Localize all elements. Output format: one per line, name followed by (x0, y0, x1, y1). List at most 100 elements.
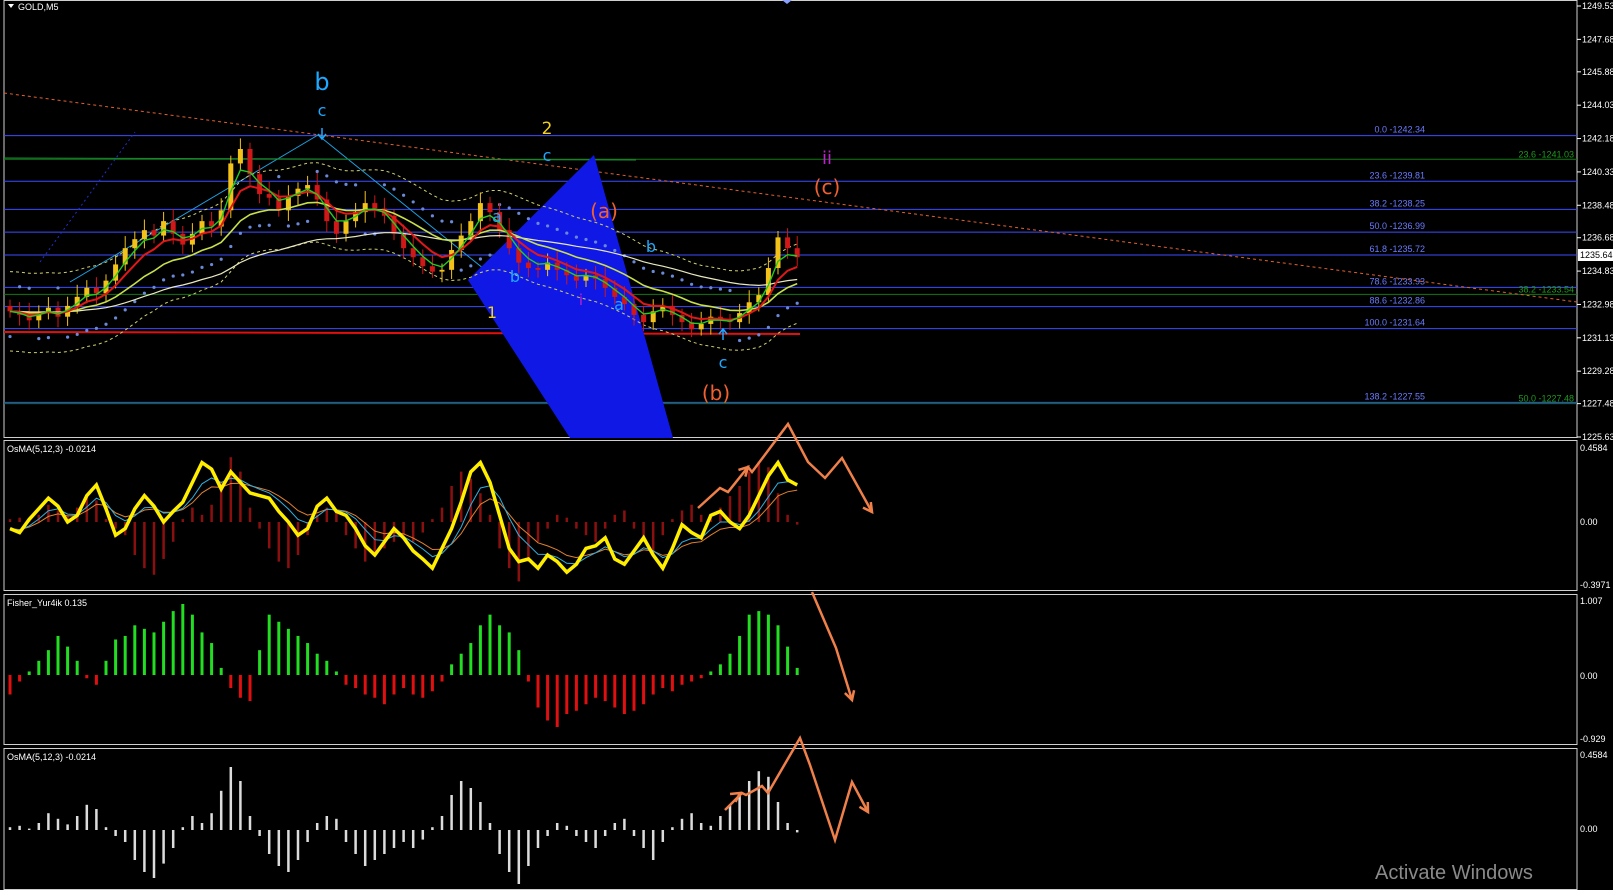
osma2-axis-zero: 0.00 (1580, 824, 1598, 834)
histogram-bar (306, 643, 310, 675)
histogram-bar (574, 675, 578, 711)
candle-body (199, 221, 205, 234)
wave-label-c-paren: (c) (814, 175, 841, 199)
histogram-bar (469, 478, 473, 522)
histogram-bar (363, 830, 367, 866)
histogram-bar (555, 675, 559, 727)
current-price-label: 1235.64 (1580, 250, 1613, 260)
price-tick-label: 1227.48 (1582, 399, 1613, 409)
histogram-bar (555, 514, 559, 522)
histogram-bar (575, 522, 578, 529)
histogram-bar (613, 514, 617, 522)
psar-dot (210, 262, 214, 267)
histogram-bar (123, 635, 127, 675)
histogram-bar (488, 514, 492, 522)
histogram-bar (402, 830, 405, 842)
histogram-bar (152, 830, 156, 878)
psar-dot (776, 313, 780, 318)
psar-dot (114, 316, 118, 320)
psar-dot (632, 260, 636, 264)
histogram-bar (690, 813, 693, 830)
histogram-bar (661, 675, 665, 688)
histogram-bar (738, 486, 741, 522)
psar-dot (651, 269, 655, 274)
histogram-bar (402, 675, 406, 688)
histogram-bar (738, 795, 741, 830)
price-tick-label: 1229.28 (1582, 366, 1613, 376)
histogram-bar (536, 830, 540, 848)
psar-dot (709, 286, 713, 290)
histogram-bar (536, 522, 540, 542)
histogram-bar (123, 830, 127, 842)
histogram-bar (651, 675, 655, 695)
histogram-bar (411, 830, 415, 848)
histogram-bar (8, 519, 12, 522)
histogram-bar (584, 522, 588, 536)
wave-label-a2: a (614, 295, 624, 314)
histogram-bar (219, 790, 223, 830)
histogram-bar (56, 635, 60, 675)
histogram-bar (133, 830, 137, 860)
histogram-bar (325, 816, 329, 830)
psar-dot (747, 336, 751, 340)
histogram-bar (229, 675, 233, 688)
psar-dot (181, 273, 185, 277)
histogram-bar (632, 675, 636, 711)
psar-dot (219, 257, 223, 261)
fisher-title: Fisher_Yur4ik 0.135 (7, 598, 87, 608)
histogram-bar (373, 830, 377, 860)
histogram-bar (680, 510, 684, 522)
histogram-bar (66, 646, 70, 675)
psar-dot (507, 206, 511, 210)
histogram-bar (229, 767, 233, 830)
histogram-bar (776, 625, 780, 675)
histogram-bar (526, 675, 530, 682)
activate-windows-watermark: Activate Windows (1375, 862, 1533, 884)
histogram-bar (517, 650, 521, 675)
histogram-bar (671, 519, 674, 522)
candle-body (785, 237, 791, 249)
histogram-bar (190, 614, 194, 675)
histogram-bar (354, 830, 357, 854)
histogram-bar (546, 522, 549, 529)
fib2-label: 50.0 -1227.48 (1518, 394, 1574, 404)
histogram-bar (632, 522, 636, 529)
histogram-bar (690, 675, 694, 682)
histogram-bar (392, 675, 396, 695)
candle-body (343, 221, 349, 234)
histogram-bar (258, 522, 261, 529)
histogram-bar (613, 823, 617, 830)
candle-body (698, 323, 704, 330)
histogram-bar (440, 816, 444, 830)
histogram-bar (680, 675, 684, 685)
psar-dot (382, 183, 386, 187)
psar-dot (690, 282, 694, 286)
psar-dot (229, 244, 233, 249)
histogram-bar (421, 522, 425, 533)
histogram-bar (239, 781, 242, 830)
candle-body (180, 233, 186, 245)
histogram-bar (671, 827, 674, 830)
price-tick-label: 1234.83 (1582, 266, 1613, 276)
osma1-title: OsMA(5,12,3) -0.0214 (7, 444, 96, 454)
histogram-bar (104, 660, 108, 675)
psar-dot (344, 182, 348, 187)
histogram-bar (795, 522, 799, 525)
histogram-bar (114, 639, 118, 675)
histogram-bar (565, 675, 569, 714)
histogram-bar (143, 830, 146, 872)
histogram-bar (603, 675, 607, 701)
histogram-bar (181, 519, 185, 522)
histogram-bar (459, 781, 463, 830)
histogram-bar (267, 830, 271, 854)
histogram-bar (325, 660, 329, 675)
histogram-bar (786, 514, 789, 522)
histogram-bar (536, 675, 540, 708)
histogram-bar (651, 830, 655, 860)
candle-body (439, 269, 445, 272)
histogram-bar (786, 646, 790, 675)
histogram-bar (296, 522, 300, 555)
psar-dot (402, 193, 406, 197)
psar-dot (306, 219, 310, 223)
histogram-bar (18, 675, 22, 682)
